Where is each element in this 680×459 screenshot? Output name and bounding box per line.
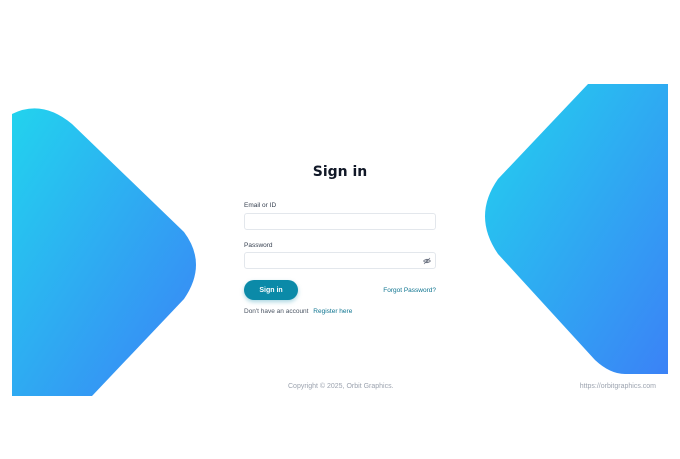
sign-in-button[interactable]: Sign in bbox=[244, 280, 298, 300]
decorative-right-shape bbox=[485, 84, 668, 374]
no-account-text: Don't have an account bbox=[244, 308, 309, 315]
footer-url: https://orbitgraphics.com bbox=[579, 383, 656, 390]
register-link[interactable]: Register here bbox=[313, 308, 352, 315]
sign-in-page: Sign in Email or ID Password Sign in For… bbox=[0, 0, 680, 459]
email-field[interactable] bbox=[244, 213, 436, 230]
register-prompt: Don't have an account Register here bbox=[244, 308, 352, 315]
email-label: Email or ID bbox=[244, 202, 277, 209]
password-field[interactable] bbox=[244, 252, 436, 269]
footer-copyright: Copyright © 2025, Orbit Graphics. bbox=[288, 383, 394, 390]
decorative-left-shape bbox=[12, 108, 196, 396]
password-label: Password bbox=[244, 242, 273, 249]
forgot-password-link[interactable]: Forgot Password? bbox=[383, 287, 436, 294]
eye-off-icon[interactable] bbox=[423, 257, 431, 265]
page-title: Sign in bbox=[312, 164, 368, 180]
